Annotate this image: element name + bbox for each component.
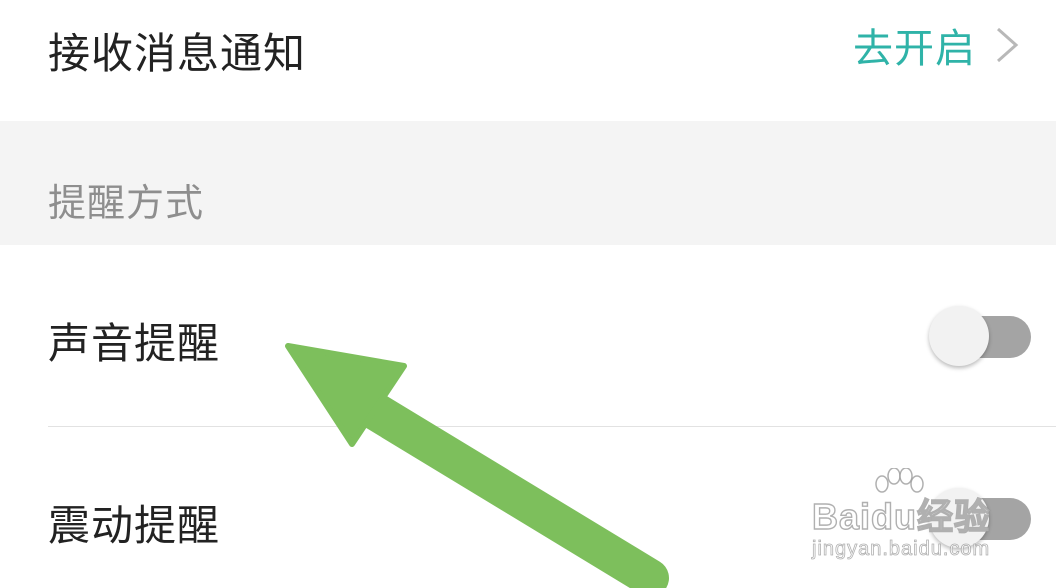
toggle-knob (929, 488, 989, 548)
notification-label: 接收消息通知 (48, 29, 307, 78)
notification-row[interactable]: 接收消息通知 去开启 (0, 0, 1056, 120)
sound-reminder-label: 声音提醒 (48, 319, 221, 368)
vibrate-reminder-toggle[interactable] (929, 488, 1033, 548)
enable-notification-link[interactable]: 去开启 (853, 20, 1020, 72)
sound-reminder-toggle[interactable] (929, 306, 1033, 366)
section-title: 提醒方式 (48, 181, 205, 225)
enable-notification-text: 去开启 (853, 26, 976, 72)
settings-page: 接收消息通知 去开启 提醒方式 声音提醒 震动提醒 Baidu经验 jingya… (0, 0, 1056, 588)
toggle-knob (929, 306, 989, 366)
vibrate-reminder-label: 震动提醒 (48, 501, 221, 550)
chevron-right-icon (997, 27, 1019, 63)
